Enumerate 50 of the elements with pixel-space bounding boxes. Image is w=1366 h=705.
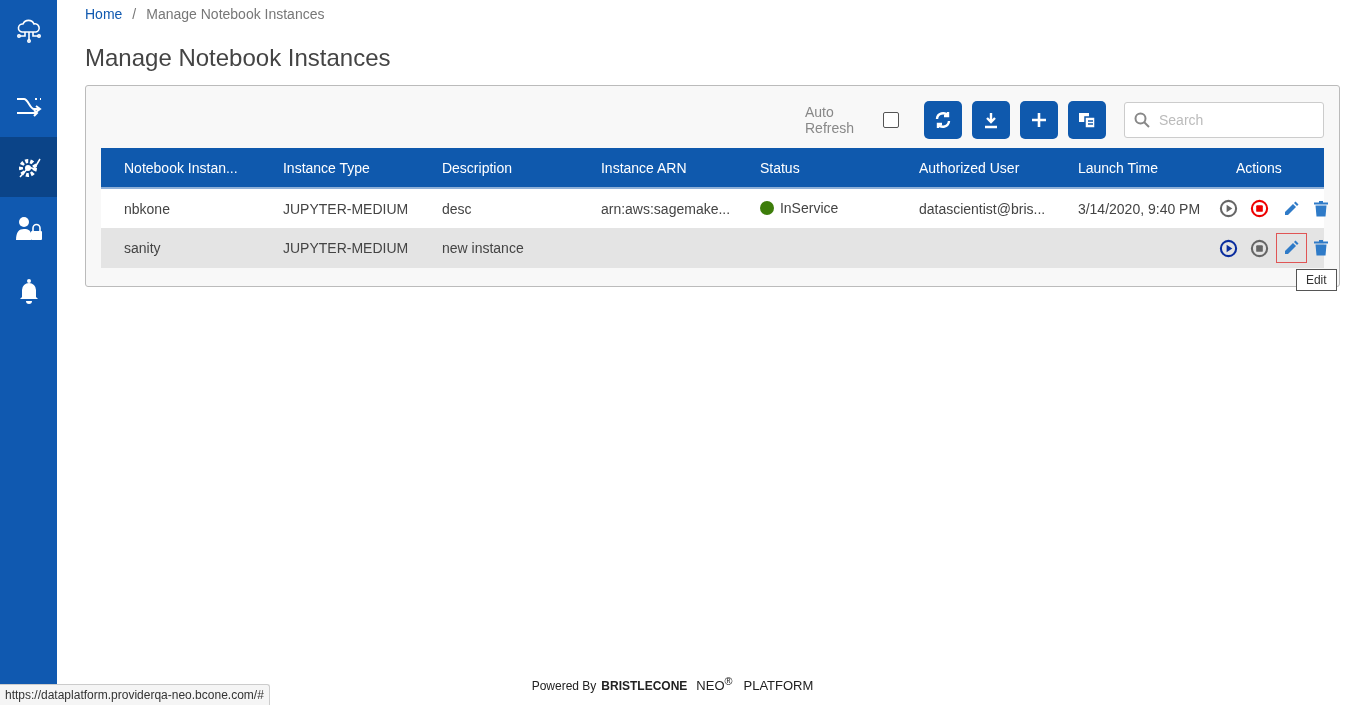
stop-circle-icon — [1249, 238, 1269, 258]
table-cell: datascientist@bris... — [918, 200, 1046, 217]
table-cell: nbkone — [124, 200, 170, 217]
product-name: NEO$^{®}$ — [696, 674, 733, 693]
user-lock-icon — [14, 216, 43, 242]
plus-icon — [1030, 111, 1048, 129]
download-button[interactable] — [972, 101, 1010, 139]
search-field[interactable]: Search — [1124, 102, 1324, 138]
column-header: Status — [736, 148, 896, 188]
columns-button[interactable] — [1068, 101, 1106, 139]
column-header: Launch Time — [1054, 148, 1214, 188]
table-cell: new instance — [441, 240, 524, 256]
platform-text: PLATFORM — [743, 678, 814, 693]
brand-logo: BRISTLECONE — [601, 679, 688, 693]
pencil-icon — [1283, 200, 1300, 217]
powered-by-text: Powered By — [531, 679, 597, 693]
add-button[interactable] — [1020, 101, 1058, 139]
table-cell: JUPYTER-MEDIUM — [283, 200, 409, 217]
column-header: Instance ARN — [577, 148, 737, 188]
pencil-icon — [1283, 240, 1300, 256]
column-header: Description — [418, 148, 578, 188]
play-circle-icon — [1218, 238, 1238, 258]
table-cell: 3/14/2020, 9:40 PM — [1077, 200, 1201, 217]
column-header: Actions — [1213, 148, 1324, 188]
table-cell: sanity — [124, 240, 161, 256]
status-bar-url: https://dataplatform.providerqa-neo.bcone.com/# — [0, 684, 270, 705]
document-copy-icon — [1078, 111, 1096, 129]
trash-icon — [1313, 200, 1328, 217]
breadcrumb-current: Manage Notebook Instances — [146, 6, 325, 22]
auto-refresh-checkbox[interactable] — [883, 112, 899, 128]
refresh-button[interactable] — [924, 101, 962, 139]
edit-button[interactable] — [1275, 233, 1307, 263]
column-header: Instance Type — [260, 148, 419, 188]
table-cell: InService — [779, 199, 839, 216]
stop-circle-icon — [1249, 199, 1269, 218]
download-icon — [982, 111, 1000, 129]
table-cell: arn:aws:sagemake... — [600, 200, 731, 217]
tooltip: Edit — [1295, 269, 1337, 291]
trash-icon — [1313, 240, 1328, 256]
page-title: Manage Notebook Instances — [85, 44, 392, 72]
breadcrumb-link[interactable]: Home — [85, 6, 123, 22]
table-cell: JUPYTER-MEDIUM — [283, 240, 409, 256]
column-header: Notebook Instan... — [101, 148, 260, 188]
sidebar-item[interactable] — [0, 137, 57, 197]
column-header: Authorized User — [895, 148, 1055, 188]
breadcrumb-separator: / — [132, 6, 137, 22]
table-cell: desc — [441, 200, 472, 217]
auto-refresh-label: Auto Refresh — [805, 104, 856, 136]
play-circle-icon — [1218, 199, 1238, 218]
refresh-icon — [934, 111, 952, 129]
